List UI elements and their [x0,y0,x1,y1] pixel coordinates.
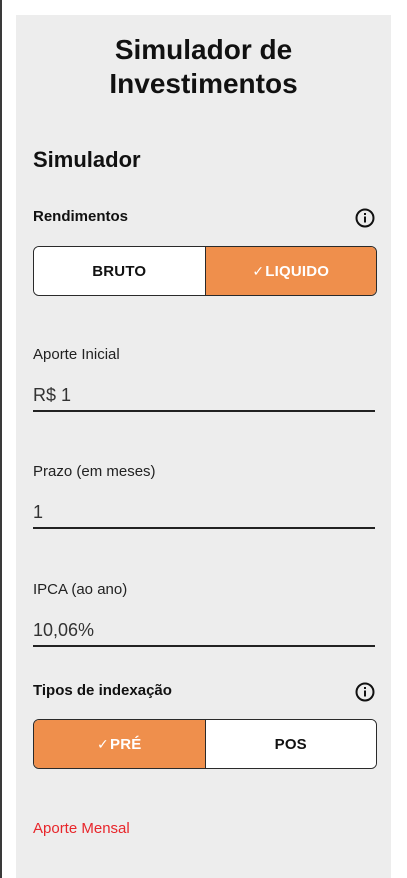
pre-button[interactable]: ✓ PRÉ [34,720,206,768]
prazo-input[interactable] [33,497,375,529]
rendimentos-toggle: BRUTO ✓ LIQUIDO [33,246,377,296]
ipca-label: IPCA (ao ano) [33,581,128,598]
bruto-button[interactable]: BRUTO [34,247,206,295]
check-icon: ✓ [252,262,265,279]
info-icon[interactable] [355,208,375,228]
pos-label: POS [274,735,307,753]
check-icon: ✓ [97,735,109,752]
pre-label: PRÉ [109,735,142,753]
prazo-label: Prazo (em meses) [33,463,156,480]
rendimentos-label: Rendimentos [33,208,129,225]
ipca-input[interactable] [33,615,375,647]
section-title: Simulador [33,147,141,172]
pos-button[interactable]: POS [205,720,376,768]
indexacao-label: Tipos de indexação [33,682,172,699]
liquido-label: LIQUIDO [265,262,330,280]
aporte-inicial-label: Aporte Inicial [33,346,120,363]
page-title: Simulador de Investimentos [109,34,298,99]
bruto-label: BRUTO [92,262,147,280]
aporte-mensal-label[interactable]: Aporte Mensal [33,820,130,837]
liquido-button[interactable]: ✓ LIQUIDO [205,247,376,295]
window-border [0,0,2,878]
aporte-inicial-input[interactable] [33,380,375,412]
indexacao-toggle: ✓ PRÉ POS [33,719,377,769]
info-icon[interactable] [355,682,375,702]
simulator-panel: Simulador de Investimentos Simulador Ren… [16,15,391,878]
